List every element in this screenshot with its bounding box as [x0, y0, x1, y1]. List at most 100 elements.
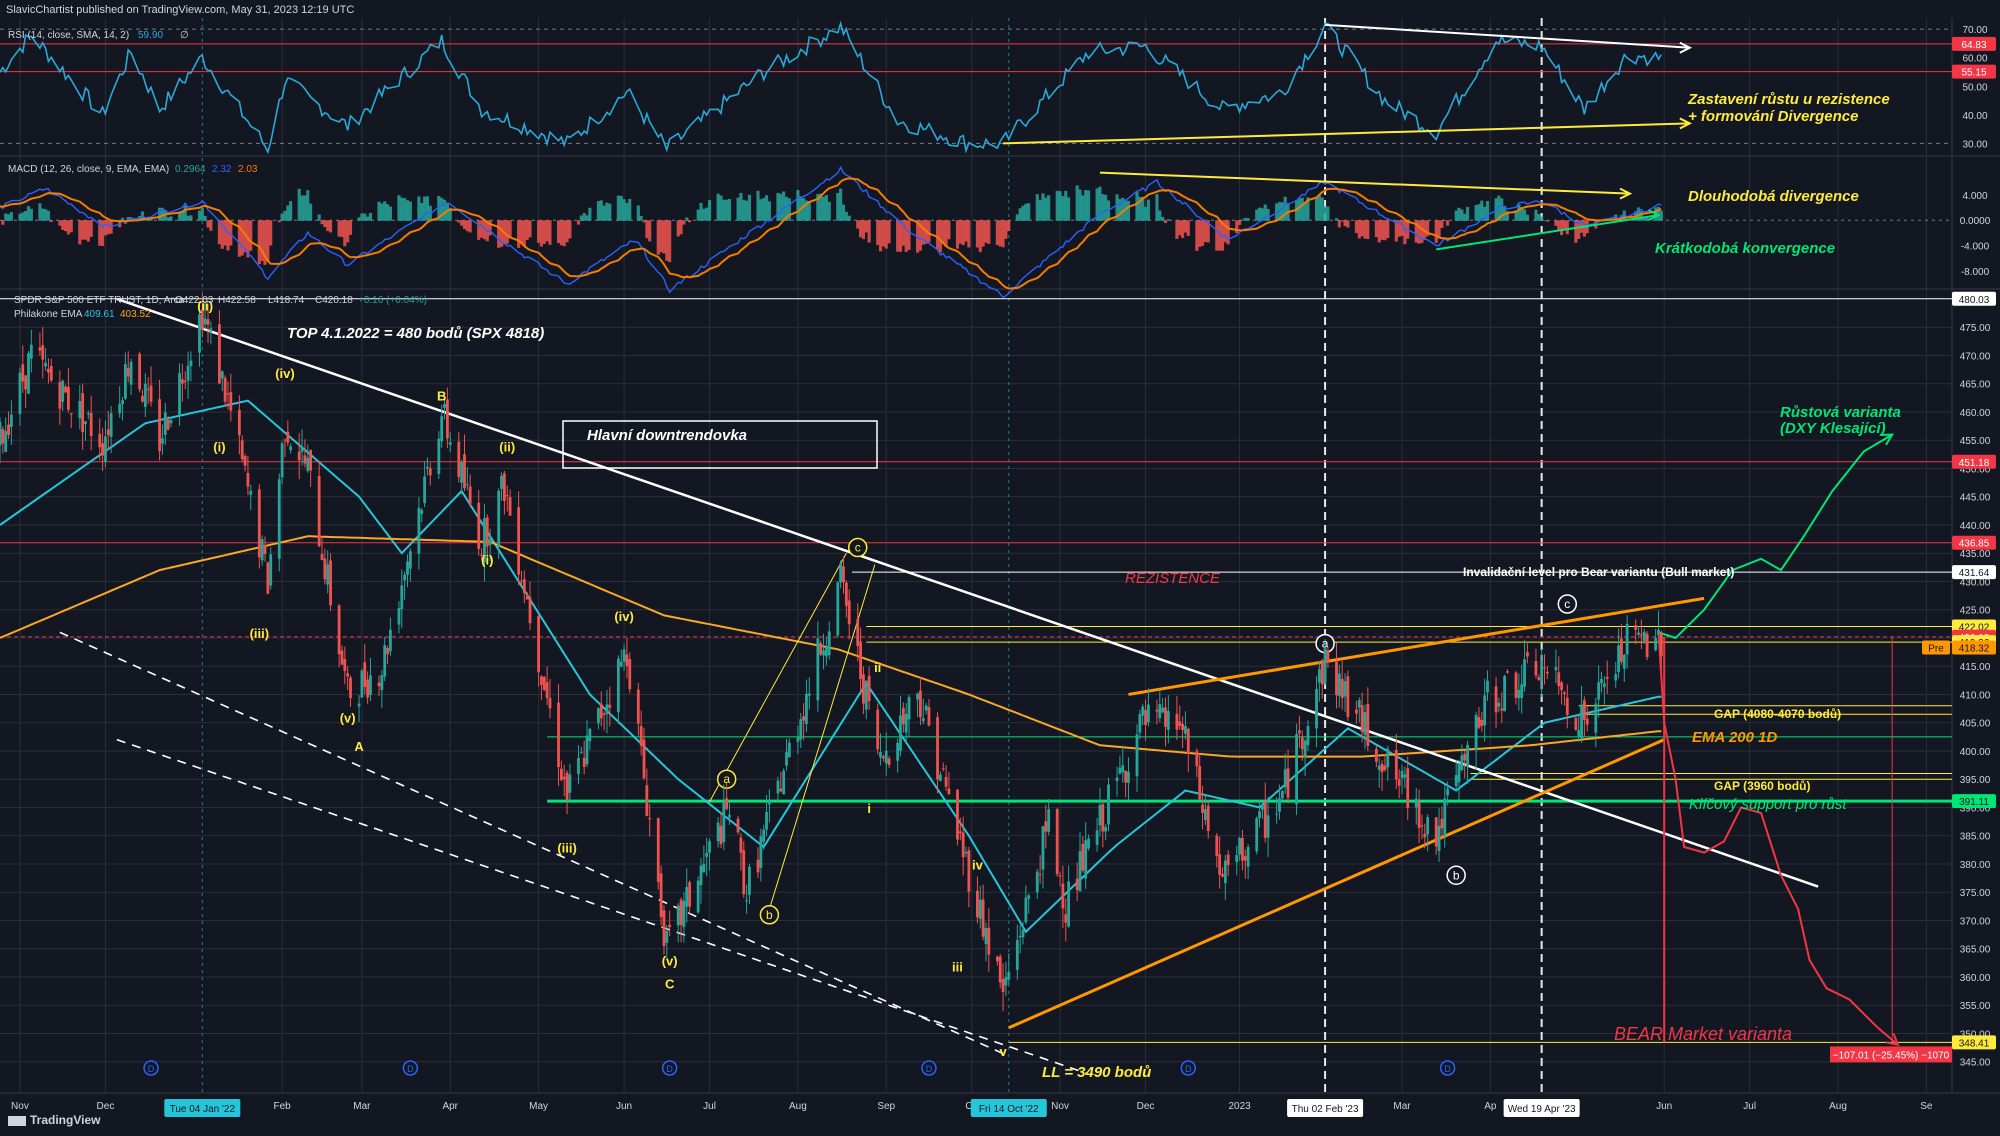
macd-histogram-bar	[286, 205, 290, 221]
candle-body	[728, 814, 731, 818]
macd-histogram-bar	[1417, 220, 1421, 244]
macd-histogram-bar	[1183, 220, 1188, 233]
macd-histogram-bar	[277, 220, 281, 223]
macd-histogram-bar	[186, 215, 190, 221]
rsi-legend-value: 59.90	[138, 30, 163, 41]
macd-histogram-bar	[596, 201, 600, 221]
macd-histogram-bar	[397, 195, 401, 221]
candle-body	[1018, 935, 1022, 938]
candle-body	[1326, 650, 1330, 662]
candle-body	[280, 443, 284, 478]
macd-histogram-bar	[1314, 197, 1319, 221]
candle-body	[1127, 771, 1130, 783]
candle-body	[1280, 790, 1284, 799]
candle-body	[1306, 726, 1310, 746]
macd-histogram-bar	[1440, 220, 1444, 228]
candle-body	[1477, 717, 1481, 728]
dividend-marker-letter: D	[666, 1064, 673, 1074]
macd-histogram-bar	[166, 217, 170, 221]
macd-histogram-bar	[223, 220, 227, 246]
macd-histogram-bar	[588, 207, 592, 221]
candle-body	[904, 713, 908, 733]
candle-body	[662, 910, 666, 946]
candle-body	[956, 789, 959, 840]
candle-body	[1605, 676, 1609, 679]
candle-body	[448, 442, 452, 445]
candle-body	[497, 490, 501, 547]
candle-body	[1004, 976, 1008, 986]
candle-body	[836, 582, 840, 636]
candle-body	[1563, 692, 1566, 695]
macd-histogram-bar	[1078, 189, 1082, 221]
macd-histogram-bar	[1565, 220, 1569, 235]
resistance-annotation: REZISTENCE	[1125, 570, 1221, 587]
macd-histogram-bar	[545, 220, 549, 242]
candle-body	[765, 811, 768, 830]
candle-body	[745, 900, 749, 902]
candle-body	[1278, 798, 1281, 812]
macd-histogram-bar	[836, 193, 840, 221]
candle-body	[1166, 711, 1170, 730]
macd-histogram-bar	[61, 220, 65, 230]
candle-body	[1161, 707, 1165, 713]
candle-body	[1055, 809, 1059, 875]
candle-body	[380, 675, 384, 691]
macd-histogram-bar	[1240, 219, 1245, 221]
candle-body	[1144, 709, 1147, 725]
candle-body	[443, 403, 446, 408]
candle-body	[824, 646, 828, 657]
ema-legend-value: 403.52	[120, 309, 151, 320]
candle-body	[708, 841, 711, 853]
chart-svg[interactable]: (ii)(iv)(i)(iii)(v)AB(ii)(i)(iv)(iii)(v)…	[0, 0, 2000, 1131]
macd-histogram-bar	[1303, 203, 1307, 221]
candle-body	[557, 702, 560, 768]
price-axis-tick: 460.00	[1960, 408, 1991, 419]
macd-histogram-bar	[1380, 220, 1384, 240]
price-axis-tick: 355.00	[1960, 1001, 1991, 1012]
macd-histogram-bar	[1203, 220, 1207, 242]
macd-histogram-bar	[18, 213, 22, 221]
candle-body	[1440, 818, 1444, 829]
candle-body	[1486, 680, 1489, 693]
time-axis-label: Jun	[1656, 1101, 1672, 1112]
rsi-badge-label: 64.83	[1961, 40, 1986, 51]
macd-histogram-bar	[200, 208, 204, 221]
candle-body	[676, 905, 680, 926]
macd-histogram-bar	[1143, 206, 1148, 221]
macd-histogram-bar	[1226, 220, 1230, 245]
candle-body	[508, 497, 512, 516]
candle-body	[1380, 763, 1384, 773]
macd-histogram-bar	[1, 220, 5, 225]
macd-histogram-bar	[1027, 203, 1031, 221]
candle-body	[7, 424, 10, 435]
macd-histogram-bar	[377, 201, 381, 221]
candle-body	[1044, 821, 1048, 832]
macd-histogram-bar	[1337, 220, 1341, 228]
candle-body	[961, 832, 965, 858]
candle-body	[976, 890, 979, 918]
trading-chart[interactable]: (ii) (iv) (i) (iii) (v) A B (ii) (i) (iv) (iii) (v)…	[0, 0, 2000, 1131]
macd-histogram-bar	[1035, 194, 1039, 221]
candle-body	[665, 931, 669, 943]
candle-body	[369, 675, 372, 696]
candle-body	[802, 716, 805, 721]
dividend-marker-letter: D	[1185, 1064, 1192, 1074]
candle-body	[198, 314, 201, 353]
candle-body	[1645, 633, 1649, 658]
candle-body	[756, 859, 760, 873]
candle-body	[1520, 684, 1524, 699]
candle-body	[229, 392, 233, 411]
candle-body	[1064, 914, 1068, 923]
candle-body	[169, 420, 173, 424]
rsi-pane	[0, 20, 1952, 155]
macd-histogram-bar	[69, 220, 73, 233]
price-axis-tick: 360.00	[1960, 973, 1991, 984]
candle-body	[579, 752, 583, 754]
candle-body	[1426, 817, 1430, 835]
candle-body	[1526, 652, 1529, 657]
candle-body	[1295, 734, 1298, 805]
macd-histogram-bar	[1457, 207, 1461, 221]
candle-body	[189, 360, 193, 367]
candle-body	[1474, 714, 1478, 751]
candle-body	[1374, 748, 1378, 762]
